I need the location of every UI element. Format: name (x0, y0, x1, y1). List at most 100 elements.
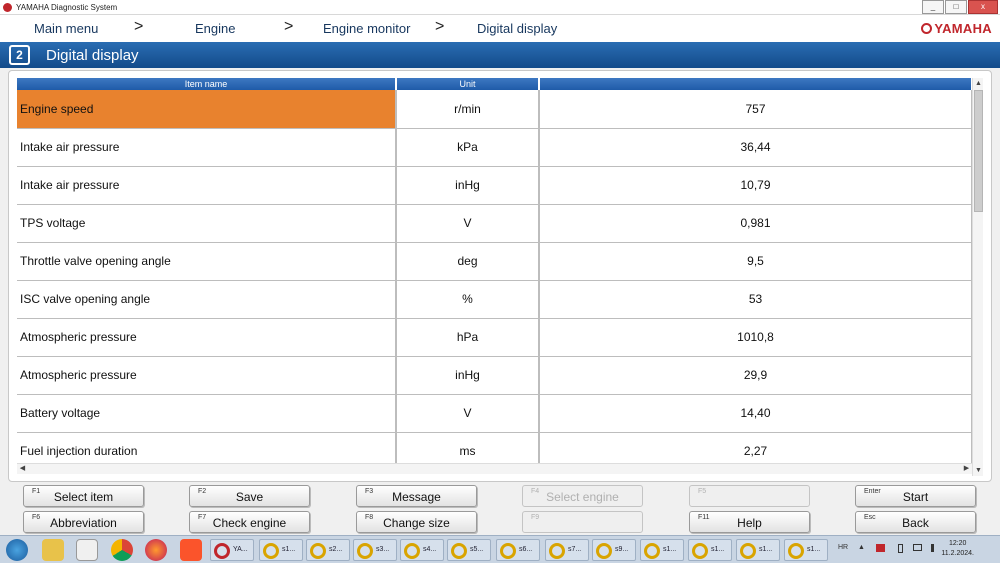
row-item-name[interactable]: Intake air pressure (17, 166, 397, 205)
taskbar-app-label: YA... (233, 546, 248, 553)
esc-back-button[interactable]: Esc Back (855, 511, 976, 533)
app-ring-icon (404, 543, 420, 559)
table-row[interactable]: Intake air pressure kPa 36,44 (17, 128, 972, 167)
taskbar-window-label: s1... (759, 546, 773, 553)
language-indicator[interactable]: HR (838, 544, 848, 551)
f8-change-size-button[interactable]: F8 Change size (356, 511, 477, 533)
show-hidden-icons-icon[interactable]: ▲ (858, 544, 865, 551)
breadcrumb-engine[interactable]: Engine (195, 21, 235, 36)
taskbar-window-label: s1... (663, 546, 677, 553)
start-button-icon[interactable] (6, 539, 28, 561)
row-item-name[interactable]: Atmospheric pressure (17, 356, 397, 395)
taskbar-window[interactable]: s6... (496, 539, 540, 561)
row-item-name[interactable]: Battery voltage (17, 394, 397, 433)
taskbar-window-label: s9... (615, 546, 629, 553)
column-header-value[interactable] (539, 78, 972, 90)
breadcrumb-main-menu[interactable]: Main menu (34, 21, 98, 36)
vertical-scrollbar[interactable]: ▲ ▼ (972, 78, 983, 476)
horizontal-scrollbar[interactable]: ◀ ▶ (17, 463, 972, 474)
taskbar-window[interactable]: s9... (592, 539, 636, 561)
firefox-icon[interactable] (145, 539, 167, 561)
digital-display-icon: 2 (9, 45, 30, 65)
f11-help-button[interactable]: F11 Help (689, 511, 810, 533)
f3-button-label: Message (392, 490, 441, 504)
row-unit: deg (396, 242, 540, 281)
f7-button-label: Check engine (212, 516, 287, 530)
column-header-item-name[interactable]: Item name (17, 78, 397, 90)
taskbar-window[interactable]: s1... (736, 539, 780, 561)
f7-check-engine-button[interactable]: F7 Check engine (189, 511, 310, 533)
row-unit: % (396, 280, 540, 319)
enter-start-button[interactable]: Enter Start (855, 485, 976, 507)
row-item-name[interactable]: Atmospheric pressure (17, 318, 397, 357)
scroll-up-arrow-icon[interactable]: ▲ (973, 78, 984, 89)
app-ring-icon (596, 543, 612, 559)
taskbar: YA... s1... s2... s3... s4... s5... s6..… (0, 535, 1000, 563)
taskbar-window[interactable]: s4... (400, 539, 444, 561)
row-item-name[interactable]: Intake air pressure (17, 128, 397, 167)
f4-button-label: Select engine (546, 490, 619, 504)
row-value: 2,27 (539, 432, 972, 464)
breadcrumb-digital-display: Digital display (477, 21, 558, 36)
taskbar-window[interactable]: s1... (784, 539, 828, 561)
volume-icon[interactable] (931, 544, 939, 552)
row-item-name[interactable]: ISC valve opening angle (17, 280, 397, 319)
column-header-unit[interactable]: Unit (396, 78, 540, 90)
row-value: 9,5 (539, 242, 972, 281)
notification-icon[interactable] (876, 544, 885, 552)
enter-button-label: Start (902, 490, 929, 504)
data-table-viewport: Item name Unit Engine speed r/min 757 In… (17, 78, 972, 464)
battery-icon[interactable] (898, 544, 903, 553)
chrome-icon[interactable] (111, 539, 133, 561)
taskbar-window[interactable]: s1... (688, 539, 732, 561)
table-row[interactable]: Engine speed r/min 757 (17, 90, 972, 129)
table-row[interactable]: Fuel injection duration ms 2,27 (17, 432, 972, 464)
f6-abbreviation-button[interactable]: F6 Abbreviation (23, 511, 144, 533)
minimize-button[interactable]: _ (922, 0, 944, 14)
brave-icon[interactable] (180, 539, 202, 561)
row-unit: V (396, 204, 540, 243)
scroll-right-arrow-icon[interactable]: ▶ (961, 464, 972, 475)
table-row[interactable]: Atmospheric pressure inHg 29,9 (17, 356, 972, 395)
f1-button-label: Select item (53, 490, 114, 504)
row-unit: V (396, 394, 540, 433)
breadcrumb-engine-monitor[interactable]: Engine monitor (323, 21, 410, 36)
close-button[interactable]: x (968, 0, 998, 14)
table-row[interactable]: Battery voltage V 14,40 (17, 394, 972, 433)
maximize-button[interactable]: □ (945, 0, 967, 14)
taskbar-yamaha-app[interactable]: YA... (210, 539, 254, 561)
taskbar-window[interactable]: s1... (640, 539, 684, 561)
file-explorer-icon[interactable] (42, 539, 64, 561)
scroll-left-arrow-icon[interactable]: ◀ (17, 464, 28, 475)
row-item-name[interactable]: Throttle valve opening angle (17, 242, 397, 281)
taskbar-window[interactable]: s5... (447, 539, 491, 561)
f1-select-item-button[interactable]: F1 Select item (23, 485, 144, 507)
table-row[interactable]: Atmospheric pressure hPa 1010,8 (17, 318, 972, 357)
row-value: 757 (539, 90, 972, 129)
f5-button[interactable]: F5 (689, 485, 810, 507)
f3-message-button[interactable]: F3 Message (356, 485, 477, 507)
table-row[interactable]: Intake air pressure inHg 10,79 (17, 166, 972, 205)
scrollbar-thumb[interactable] (974, 90, 983, 212)
media-player-icon[interactable] (76, 539, 98, 561)
app-ring-icon (357, 543, 373, 559)
row-item-name[interactable]: TPS voltage (17, 204, 397, 243)
taskbar-window[interactable]: s3... (353, 539, 397, 561)
f2-button-label: Save (235, 490, 264, 504)
network-icon[interactable] (913, 544, 922, 551)
table-row[interactable]: TPS voltage V 0,981 (17, 204, 972, 243)
row-item-name[interactable]: Fuel injection duration (17, 432, 397, 464)
clock-time: 12:20 (948, 540, 967, 547)
table-row[interactable]: Throttle valve opening angle deg 9,5 (17, 242, 972, 281)
row-item-name[interactable]: Engine speed (17, 90, 397, 129)
window-title: YAMAHA Diagnostic System (16, 3, 118, 12)
taskbar-window[interactable]: s2... (306, 539, 350, 561)
taskbar-window[interactable]: s7... (545, 539, 589, 561)
scroll-down-arrow-icon[interactable]: ▼ (973, 465, 984, 476)
f9-button[interactable]: F9 (522, 511, 643, 533)
taskbar-clock[interactable]: 12:20 11.2.2024. (941, 539, 974, 559)
f4-select-engine-button[interactable]: F4 Select engine (522, 485, 643, 507)
taskbar-window[interactable]: s1... (259, 539, 303, 561)
f2-save-button[interactable]: F2 Save (189, 485, 310, 507)
table-row[interactable]: ISC valve opening angle % 53 (17, 280, 972, 319)
